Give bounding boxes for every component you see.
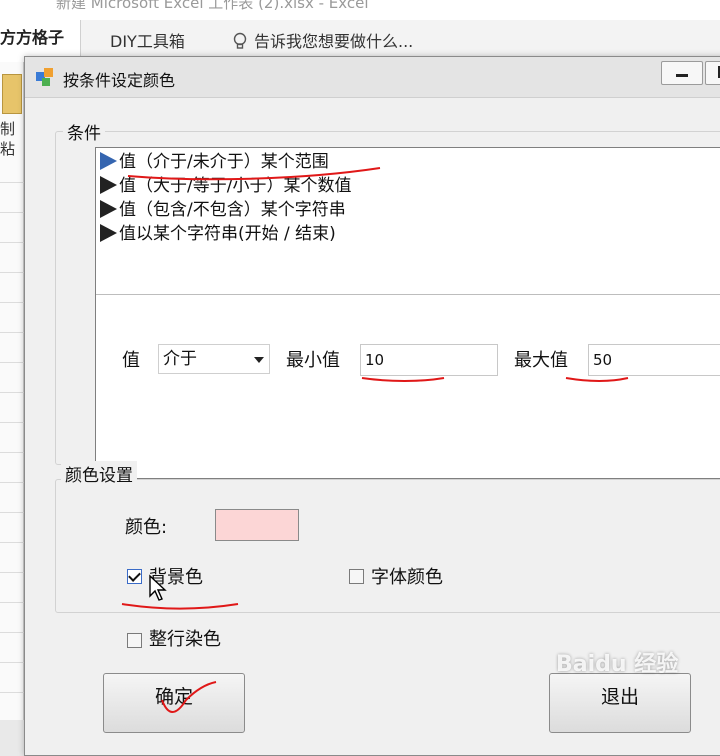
condition-group-title: 条件: [63, 119, 105, 144]
minimize-button[interactable]: [661, 61, 703, 85]
condition-list[interactable]: 值（介于/未介于）某个范围 值（大于/等于/小于）某个数值 值（包含/不包含）某…: [95, 147, 720, 479]
whole-row-label: 整行染色: [149, 629, 221, 650]
condition-option-starts-ends[interactable]: 值以某个字符串(开始 / 结束): [100, 222, 336, 246]
condition-list-options: 值（介于/未介于）某个范围 值（大于/等于/小于）某个数值 值（包含/不包含）某…: [96, 148, 720, 295]
left-label-paste: 粘: [0, 140, 16, 158]
color-label: 颜色:: [125, 517, 168, 538]
font-color-label: 字体颜色: [371, 567, 443, 588]
selected-arrow-icon: [100, 152, 117, 170]
baidu-watermark: Baidu 经验: [556, 652, 679, 677]
lightbulb-icon: [233, 32, 247, 49]
arrow-icon: [100, 200, 117, 218]
tell-me-text: 告诉我您想要做什么...: [254, 32, 414, 51]
checkmark-icon: [128, 569, 141, 582]
operator-select[interactable]: 介于: [158, 344, 270, 374]
ok-button[interactable]: 确定: [103, 673, 245, 733]
condition-option-contains[interactable]: 值（包含/不包含）某个字符串: [100, 198, 346, 222]
arrow-icon: [100, 176, 117, 194]
left-label-copy: 制: [0, 120, 16, 138]
condition-option-range[interactable]: 值（介于/未介于）某个范围: [100, 150, 329, 174]
dialog-title: 按条件设定颜色: [63, 71, 176, 90]
min-value-input[interactable]: 10: [360, 344, 498, 376]
background-color-checkbox[interactable]: [127, 569, 142, 584]
maximize-button[interactable]: [705, 61, 720, 85]
dialog-titlebar[interactable]: 按条件设定颜色: [25, 57, 720, 98]
font-color-checkbox[interactable]: [349, 569, 364, 584]
min-value-label: 最小值: [286, 350, 340, 371]
minimize-icon: [676, 74, 688, 77]
tell-me-search[interactable]: 告诉我您想要做什么...: [232, 28, 413, 52]
excel-sheet-left-edge: 制 粘: [0, 62, 24, 720]
color-settings-title: 颜色设置: [61, 461, 137, 486]
operator-select-value: 介于: [163, 349, 197, 369]
paste-icon: [2, 74, 22, 114]
condition-option-compare[interactable]: 值（大于/等于/小于）某个数值: [100, 174, 351, 198]
arrow-icon: [100, 224, 117, 242]
excel-window-title: 新建 Microsoft Excel 工作表 (2).xlsx - Excel: [0, 0, 720, 20]
value-label: 值: [122, 350, 140, 371]
app-icon: [36, 68, 53, 86]
max-value-input[interactable]: 50: [588, 344, 720, 376]
exit-button[interactable]: 退出: [549, 673, 691, 733]
mouse-cursor-icon: [149, 574, 167, 601]
whole-row-checkbox[interactable]: [127, 633, 142, 648]
chevron-down-icon: [254, 357, 264, 363]
color-swatch[interactable]: [215, 509, 299, 541]
tab-diy-toolbox[interactable]: DIY工具箱: [110, 28, 185, 52]
max-value-label: 最大值: [514, 350, 568, 371]
